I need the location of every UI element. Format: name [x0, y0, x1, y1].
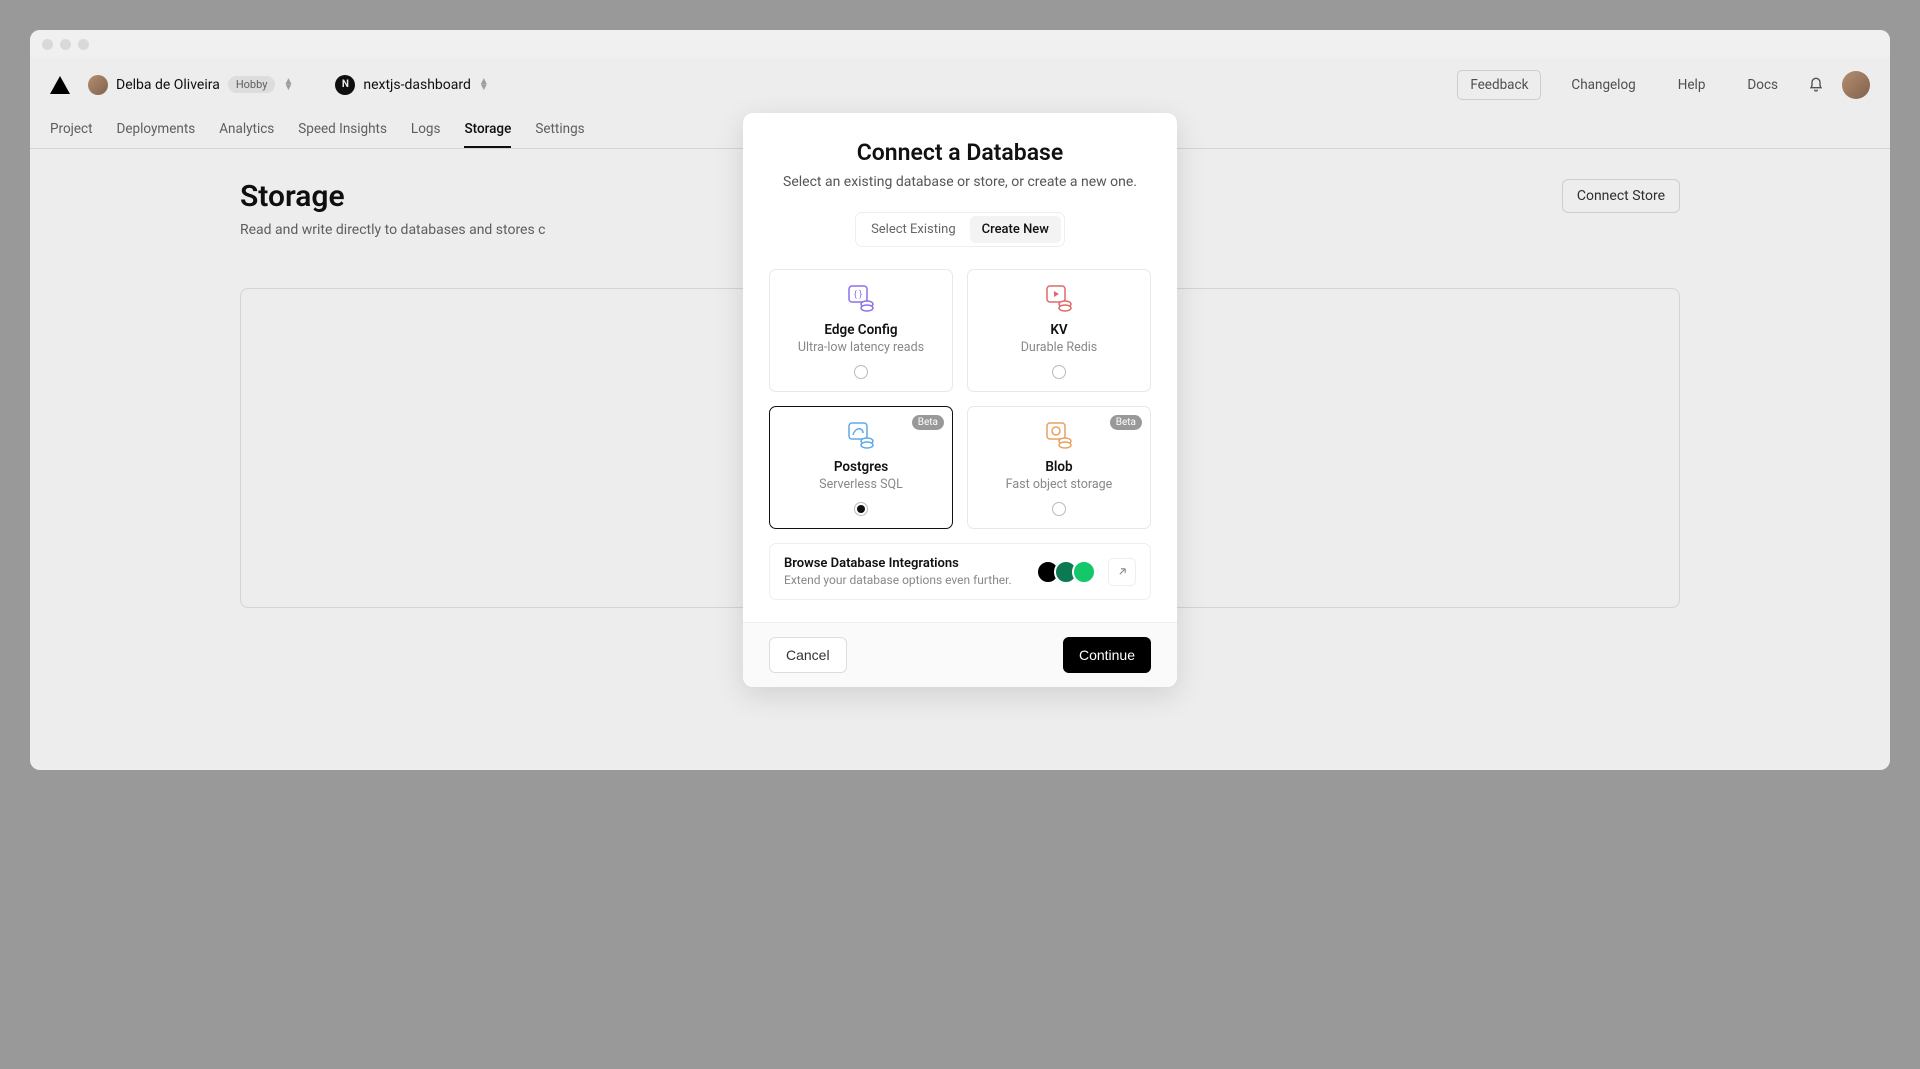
browse-title: Browse Database Integrations — [784, 556, 1030, 571]
segment-select-existing[interactable]: Select Existing — [859, 216, 968, 243]
integration-logos — [1042, 560, 1096, 584]
blob-icon — [1043, 421, 1075, 451]
cancel-button[interactable]: Cancel — [769, 637, 847, 673]
mode-segment: Select Existing Create New — [855, 212, 1065, 247]
browse-integrations[interactable]: Browse Database Integrations Extend your… — [769, 543, 1151, 600]
edge-config-icon: { } — [845, 284, 877, 314]
integration-logo-icon — [1072, 560, 1096, 584]
traffic-close[interactable] — [42, 39, 53, 50]
postgres-icon — [845, 421, 877, 451]
option-desc: Serverless SQL — [819, 477, 903, 492]
option-postgres[interactable]: Beta Postgres Serverless SQL — [769, 406, 953, 529]
browse-subtitle: Extend your database options even furthe… — [784, 573, 1030, 587]
option-radio[interactable] — [854, 365, 868, 379]
option-name: Postgres — [834, 459, 888, 475]
segment-create-new[interactable]: Create New — [970, 216, 1061, 243]
option-radio[interactable] — [1052, 365, 1066, 379]
option-radio[interactable] — [1052, 502, 1066, 516]
beta-badge: Beta — [912, 415, 944, 430]
modal-title: Connect a Database — [769, 139, 1151, 166]
option-name: Edge Config — [824, 322, 897, 338]
external-link-icon[interactable] — [1108, 558, 1136, 586]
connect-database-modal: Connect a Database Select an existing da… — [743, 113, 1177, 687]
svg-text:{ }: { } — [854, 290, 862, 300]
modal-subtitle: Select an existing database or store, or… — [769, 174, 1151, 190]
option-radio[interactable] — [854, 502, 868, 516]
continue-button[interactable]: Continue — [1063, 637, 1151, 673]
app-window: Delba de Oliveira Hobby ▲▼ N nextjs-dash… — [30, 30, 1890, 770]
beta-badge: Beta — [1110, 415, 1142, 430]
option-blob[interactable]: Beta Blob Fast object storage — [967, 406, 1151, 529]
modal-footer: Cancel Continue — [743, 622, 1177, 687]
option-desc: Durable Redis — [1021, 340, 1098, 355]
window-titlebar — [30, 30, 1890, 58]
option-desc: Fast object storage — [1006, 477, 1113, 492]
option-desc: Ultra-low latency reads — [798, 340, 924, 355]
database-options: { } Edge Config Ultra-low latency reads … — [769, 269, 1151, 529]
kv-icon — [1043, 284, 1075, 314]
traffic-zoom[interactable] — [78, 39, 89, 50]
option-name: KV — [1050, 322, 1067, 338]
option-kv[interactable]: KV Durable Redis — [967, 269, 1151, 392]
option-name: Blob — [1045, 459, 1072, 475]
option-edge-config[interactable]: { } Edge Config Ultra-low latency reads — [769, 269, 953, 392]
traffic-minimize[interactable] — [60, 39, 71, 50]
